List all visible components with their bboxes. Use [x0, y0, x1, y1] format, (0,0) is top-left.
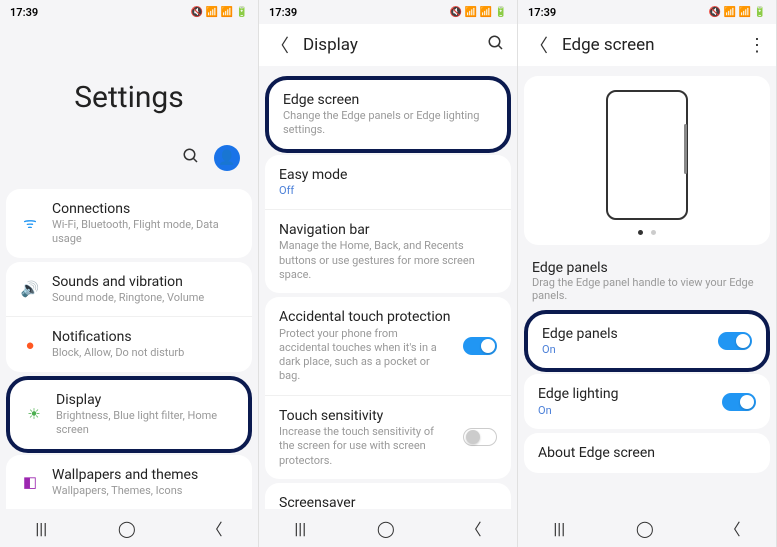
item-label: Accidental touch protection	[279, 308, 451, 326]
nav-bar: ||| ◯ 〈	[518, 509, 776, 547]
recents-button[interactable]: |||	[294, 519, 306, 538]
item-label: Connections	[52, 200, 238, 218]
clock: 17:39	[269, 6, 297, 19]
section-label: Edge panels	[532, 260, 762, 276]
item-sub: Protect your phone from accidental touch…	[279, 327, 451, 384]
item-label: Touch sensitivity	[279, 407, 451, 425]
home-button[interactable]: ◯	[118, 519, 136, 538]
back-button[interactable]: 〈	[466, 516, 482, 540]
wallpaper-icon: ◧	[20, 472, 40, 492]
edge-item-lighting[interactable]: Edge lightingOn	[524, 374, 770, 428]
item-label: Edge lighting	[538, 385, 710, 403]
display-item-touch-sensitivity[interactable]: Touch sensitivityIncrease the touch sens…	[265, 396, 511, 479]
item-label: Edge panels	[542, 325, 706, 343]
settings-item-display[interactable]: ☀ DisplayBrightness, Blue light filter, …	[10, 380, 248, 449]
section-sub: Drag the Edge panel handle to view your …	[532, 276, 762, 302]
nav-bar: ||| ◯ 〈	[259, 509, 517, 547]
item-sub: Brightness, Blue light filter, Home scre…	[56, 409, 234, 438]
recents-button[interactable]: |||	[553, 519, 565, 538]
item-sub: Increase the touch sensitivity of the sc…	[279, 425, 451, 468]
item-label: Notifications	[52, 328, 238, 346]
display-icon: ☀	[24, 404, 44, 424]
wifi-icon: ᯤ	[20, 213, 40, 233]
item-label: Wallpapers and themes	[52, 466, 238, 484]
item-sub: Block, Allow, Do not disturb	[52, 346, 238, 360]
notif-icon: ●	[20, 335, 40, 355]
back-icon[interactable]: 〈	[271, 32, 289, 58]
item-label: Sounds and vibration	[52, 273, 238, 291]
display-item-edge-screen[interactable]: Edge screenChange the Edge panels or Edg…	[269, 80, 507, 149]
search-icon[interactable]	[487, 34, 505, 56]
item-label: Display	[56, 391, 234, 409]
display-item-navigation-bar[interactable]: Navigation barManage the Home, Back, and…	[265, 210, 511, 293]
status-bar: 17:39 🔇 📶 📶 🔋	[259, 0, 517, 24]
search-icon[interactable]	[182, 147, 200, 169]
edge-item-panels[interactable]: Edge panelsOn	[528, 314, 766, 368]
back-button[interactable]: 〈	[207, 516, 223, 540]
clock: 17:39	[10, 6, 38, 19]
toggle[interactable]	[463, 337, 497, 355]
avatar[interactable]: 👤	[214, 145, 240, 171]
nav-bar: ||| ◯ 〈	[0, 509, 258, 547]
edge-item-about[interactable]: About Edge screen	[524, 433, 770, 473]
item-sub: Manage the Home, Back, and Recents butto…	[279, 239, 497, 282]
home-button[interactable]: ◯	[377, 519, 395, 538]
item-label: About Edge screen	[538, 444, 756, 462]
item-sub: Wi-Fi, Bluetooth, Flight mode, Data usag…	[52, 218, 238, 247]
item-sub: On	[538, 404, 710, 418]
status-bar: 17:39 🔇 📶 📶 🔋	[0, 0, 258, 24]
settings-item-notifications[interactable]: ● NotificationsBlock, Allow, Do not dist…	[6, 317, 252, 371]
item-sub: Change the Edge panels or Edge lighting …	[283, 109, 493, 138]
back-button[interactable]: 〈	[725, 516, 741, 540]
page-title: Edge screen	[562, 35, 734, 55]
item-sub: On	[542, 343, 706, 357]
toggle[interactable]	[722, 393, 756, 411]
clock: 17:39	[528, 6, 556, 19]
page-dots	[524, 226, 770, 245]
more-icon[interactable]: ⋮	[748, 35, 764, 56]
recents-button[interactable]: |||	[35, 519, 47, 538]
toggle[interactable]	[463, 428, 497, 446]
sound-icon: 🔊	[20, 279, 40, 299]
home-button[interactable]: ◯	[636, 519, 654, 538]
phone-mockup	[606, 90, 688, 220]
item-sub: Wallpapers, Themes, Icons	[52, 484, 238, 498]
item-label: Edge screen	[283, 91, 493, 109]
status-icons: 🔇 📶 📶 🔋	[191, 7, 248, 18]
settings-item-sounds[interactable]: 🔊 Sounds and vibrationSound mode, Ringto…	[6, 262, 252, 317]
display-item-accidental-touch[interactable]: Accidental touch protectionProtect your …	[265, 297, 511, 395]
status-bar: 17:39 🔇 📶 📶 🔋	[518, 0, 776, 24]
edge-panels-header: Edge panels Drag the Edge panel handle t…	[518, 249, 776, 306]
back-icon[interactable]: 〈	[530, 32, 548, 58]
item-sub: Sound mode, Ringtone, Volume	[52, 291, 238, 305]
settings-item-wallpapers[interactable]: ◧ Wallpapers and themesWallpapers, Theme…	[6, 455, 252, 510]
display-item-easy-mode[interactable]: Easy modeOff	[265, 155, 511, 210]
item-sub: Off	[279, 184, 497, 198]
item-label: Easy mode	[279, 166, 497, 184]
status-icons: 🔇 📶 📶 🔋	[450, 7, 507, 18]
page-title: Settings	[0, 24, 258, 145]
toggle[interactable]	[718, 332, 752, 350]
status-icons: 🔇 📶 📶 🔋	[709, 7, 766, 18]
page-title: Display	[303, 35, 473, 55]
item-label: Navigation bar	[279, 221, 497, 239]
settings-item-connections[interactable]: ᯤ ConnectionsWi-Fi, Bluetooth, Flight mo…	[6, 189, 252, 258]
